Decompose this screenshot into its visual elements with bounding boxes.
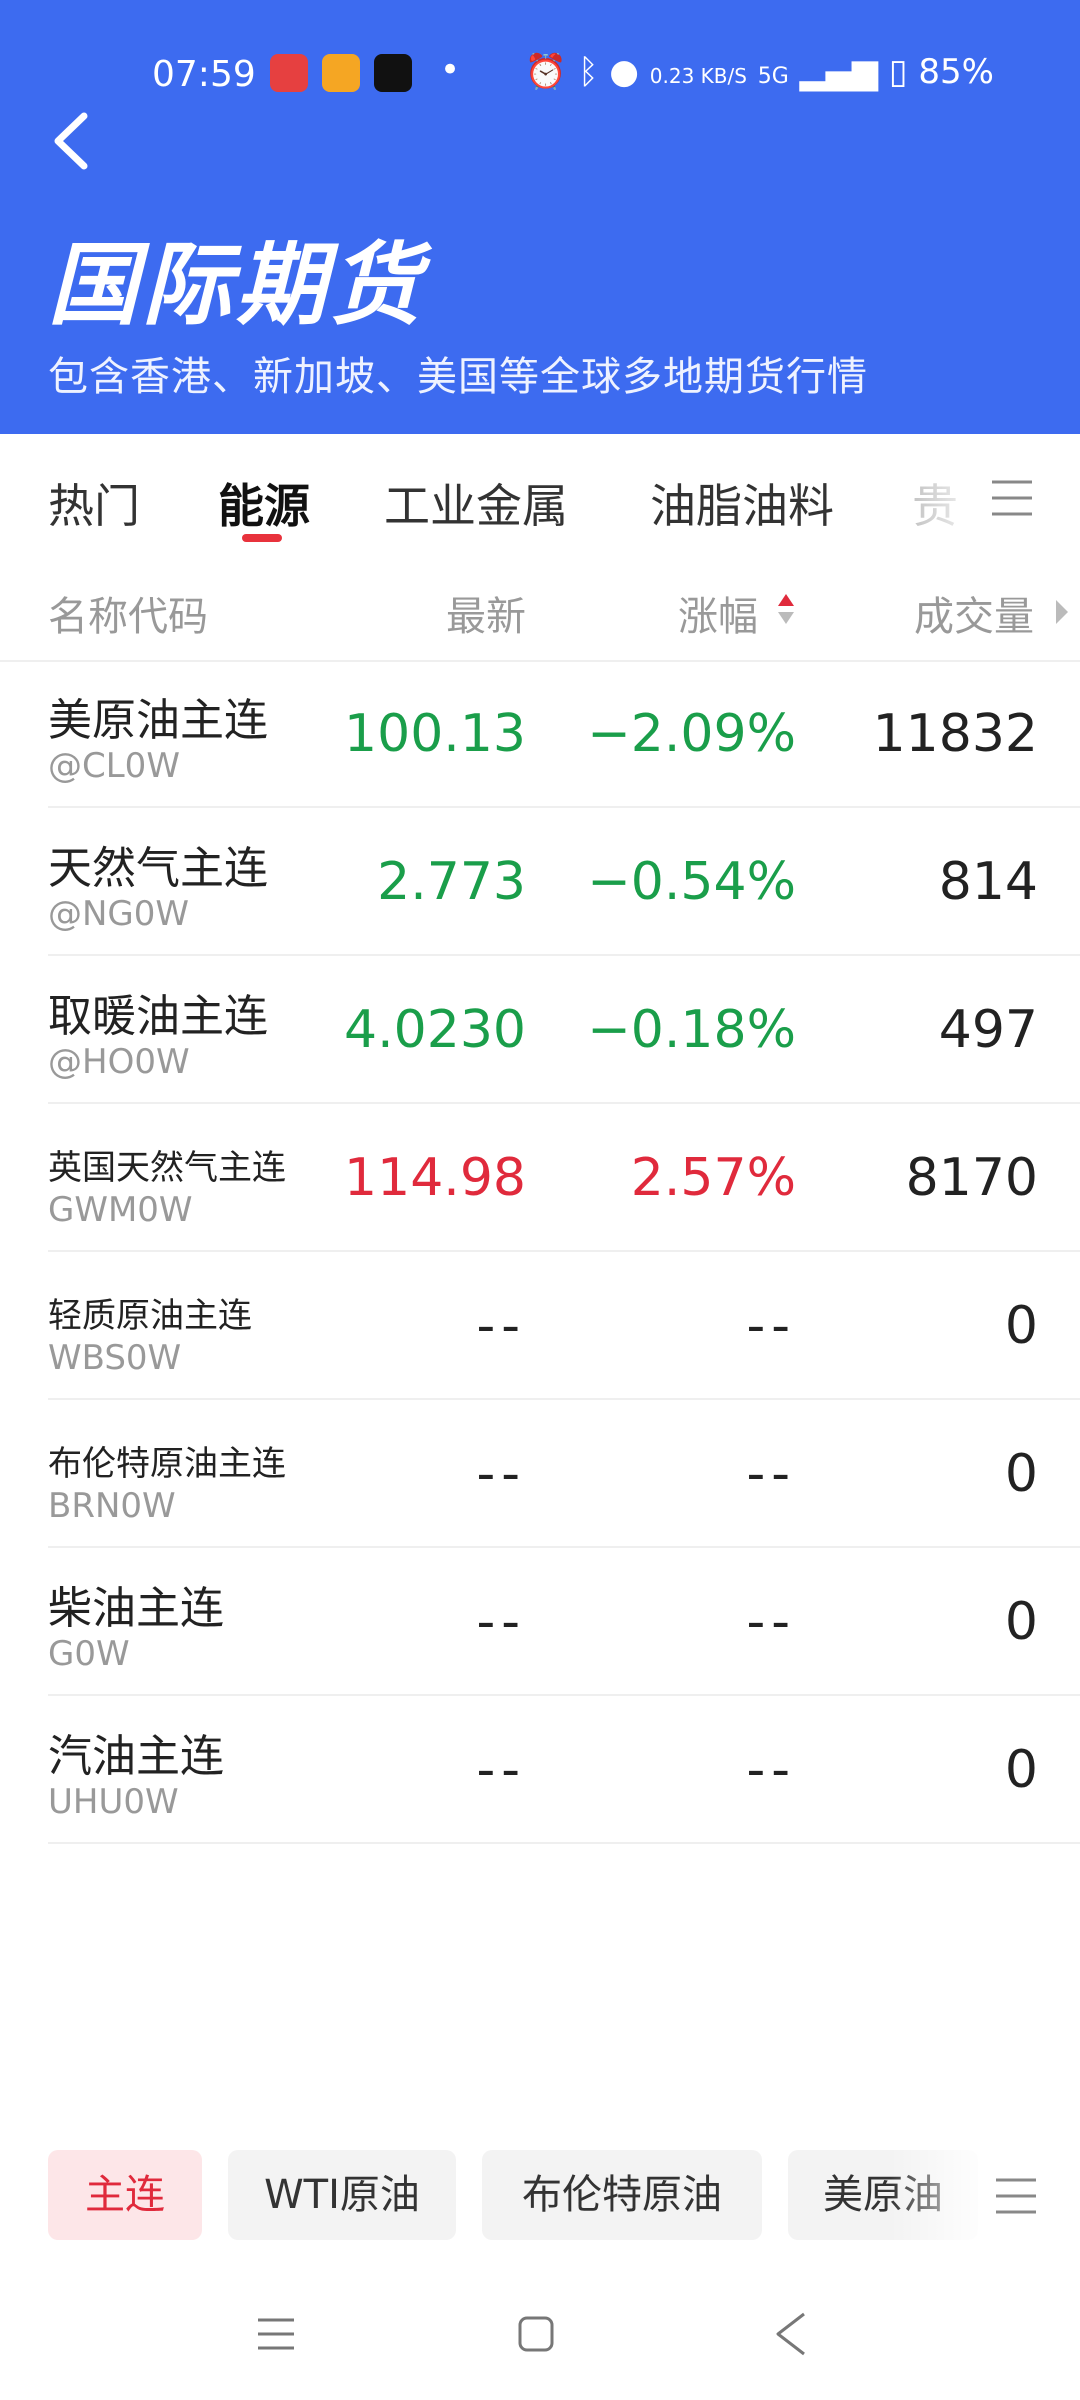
row-name: 美原油主连 [48,695,268,746]
table-header: 名称代码 最新 涨幅 成交量 [0,564,1080,662]
category-tabs: 热门 能源 工业金属 油脂油料 贵 [0,434,1080,564]
notification-dot-icon: • [440,50,461,90]
bluetooth-icon: ᛒ [578,52,599,92]
row-name: 轻质原油主连 [48,1296,252,1336]
row-code: BRN0W [48,1486,176,1526]
home-icon[interactable] [516,2314,556,2354]
chip-brent-crude[interactable]: 布伦特原油 [482,2150,762,2240]
system-nav-bar [0,2290,1080,2400]
recent-apps-icon[interactable] [256,2314,296,2354]
back-button[interactable] [46,106,96,176]
row-last-price: 4.0230 [344,1000,526,1060]
row-volume: 0 [1004,1592,1038,1652]
row-volume: 814 [938,852,1038,912]
row-code: UHU0W [48,1782,179,1822]
tab-oils-oilseeds[interactable]: 油脂油料 [650,470,834,536]
row-code: WBS0W [48,1338,182,1378]
futures-list: 美原油主连 @CL0W 100.13 −2.09% 11832 天然气主连 @N… [0,660,1080,1844]
chip-main-continuous[interactable]: 主连 [48,2150,202,2240]
row-name: 布伦特原油主连 [48,1444,286,1484]
scroll-right-icon[interactable] [1054,598,1070,626]
status-time: 07:59 [152,54,256,95]
battery-level: 85% [918,52,994,92]
table-row[interactable]: 汽油主连 UHU0W -- -- 0 [48,1696,1080,1844]
row-name: 柴油主连 [48,1583,224,1634]
row-volume: 0 [1004,1444,1038,1504]
row-volume: 0 [1004,1740,1038,1800]
row-code: @CL0W [48,746,180,786]
row-last-price: 114.98 [344,1148,526,1208]
row-volume: 8170 [905,1148,1038,1208]
location-icon: ● [609,52,639,92]
column-volume[interactable]: 成交量 [914,584,1034,642]
row-change: -- [746,1740,796,1800]
table-row[interactable]: 布伦特原油主连 BRN0W -- -- 0 [48,1400,1080,1548]
tab-hot[interactable]: 热门 [48,470,140,536]
chips-menu-icon[interactable] [994,2176,1038,2216]
status-icons: ⏰ ᛒ ● 0.23 KB/S 5G ▂▄▆ ▯ 85% [525,52,994,92]
row-volume: 497 [938,1000,1038,1060]
row-change: -- [746,1444,796,1504]
row-change: −0.54% [587,852,796,912]
page-header: 07:59 • ⏰ ᛒ ● 0.23 KB/S 5G ▂▄▆ ▯ 85% 国际期… [0,0,1080,434]
tab-energy[interactable]: 能源 [218,470,310,536]
row-name: 取暖油主连 [48,991,268,1042]
back-nav-icon[interactable] [770,2310,814,2358]
page-subtitle: 包含香港、新加坡、美国等全球多地期货行情 [48,354,868,400]
row-name: 汽油主连 [48,1731,224,1782]
row-name: 天然气主连 [48,843,268,894]
chips-fade-overlay [890,2140,990,2250]
status-bar: 07:59 • ⏰ ᛒ ● 0.23 KB/S 5G ▂▄▆ ▯ 85% [0,44,1080,104]
column-name[interactable]: 名称代码 [48,584,208,642]
tabs-menu-icon[interactable] [990,478,1034,518]
toutiao-icon [270,54,308,92]
row-code: GWM0W [48,1190,193,1230]
signal-label: 5G [757,64,789,89]
row-last-price: -- [476,1592,526,1652]
row-code: G0W [48,1634,130,1674]
page-title: 国际期货 [48,233,424,338]
row-last-price: -- [476,1740,526,1800]
active-tab-indicator [242,534,282,542]
signal-icon: ▂▄▆ [799,52,879,92]
alarm-icon: ⏰ [524,52,568,92]
row-change: 2.57% [630,1148,796,1208]
row-name: 英国天然气主连 [48,1148,286,1188]
row-last-price: -- [476,1444,526,1504]
table-row[interactable]: 天然气主连 @NG0W 2.773 −0.54% 814 [48,808,1080,956]
table-row[interactable]: 英国天然气主连 GWM0W 114.98 2.57% 8170 [48,1104,1080,1252]
row-change: -- [746,1296,796,1356]
row-change: −0.18% [587,1000,796,1060]
weibo-icon [322,54,360,92]
row-code: @HO0W [48,1042,190,1082]
column-last[interactable]: 最新 [446,584,526,642]
row-volume: 0 [1004,1296,1038,1356]
row-last-price: -- [476,1296,526,1356]
tabs-fade-overlay [900,434,990,564]
table-row[interactable]: 轻质原油主连 WBS0W -- -- 0 [48,1252,1080,1400]
chip-wti-crude[interactable]: WTI原油 [228,2150,456,2240]
battery-icon: ▯ [888,52,908,92]
tiktok-icon [374,54,412,92]
table-row[interactable]: 柴油主连 G0W -- -- 0 [48,1548,1080,1696]
column-change[interactable]: 涨幅 [678,584,758,642]
row-change: -- [746,1592,796,1652]
tab-industrial-metals[interactable]: 工业金属 [384,470,568,536]
row-volume: 11832 [872,704,1038,764]
back-arrow-icon [54,112,88,170]
row-last-price: 2.773 [377,852,526,912]
row-change: −2.09% [587,704,796,764]
network-speed: 0.23 KB/S [649,64,747,88]
table-row[interactable]: 美原油主连 @CL0W 100.13 −2.09% 11832 [48,660,1080,808]
table-row[interactable]: 取暖油主连 @HO0W 4.0230 −0.18% 497 [48,956,1080,1104]
row-code: @NG0W [48,894,190,934]
sort-icon[interactable] [776,592,796,626]
row-last-price: 100.13 [344,704,526,764]
contract-filter-bar: 主连 WTI原油 布伦特原油 美原油 [0,2140,1080,2250]
